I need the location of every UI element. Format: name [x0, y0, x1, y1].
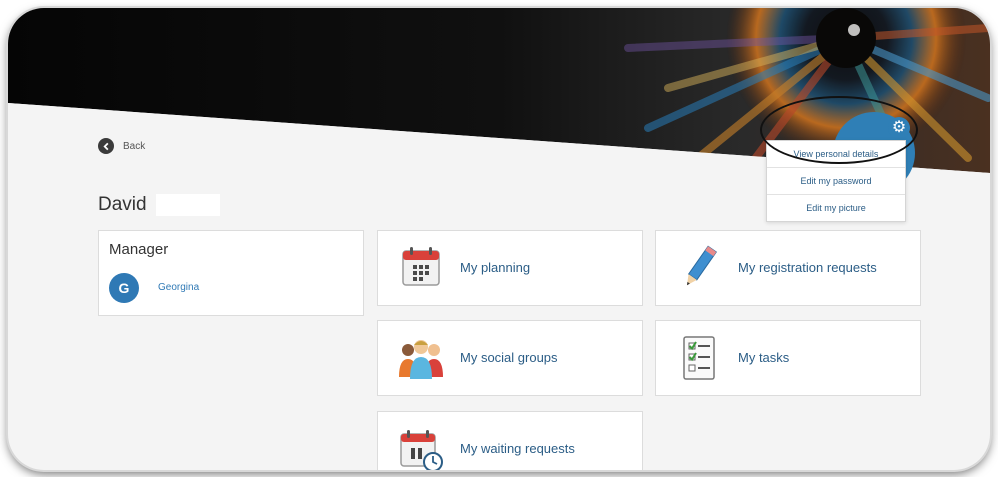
- back-label: Back: [123, 140, 146, 152]
- tile-label: My planning: [460, 260, 531, 275]
- tile-my-tasks[interactable]: My tasks: [655, 320, 921, 396]
- tile-my-social-groups[interactable]: My social groups: [377, 320, 643, 396]
- tile-label: My social groups: [460, 350, 558, 365]
- manager-name-link[interactable]: Georgina: [158, 282, 199, 293]
- profile-dropdown-menu: View personal details Edit my password E…: [766, 140, 906, 222]
- avatar: G: [109, 273, 139, 303]
- redacted-surname: [156, 194, 220, 216]
- tile-label: My tasks: [738, 350, 790, 365]
- calendar-icon: [402, 247, 440, 286]
- pencil-icon: [686, 245, 717, 286]
- app-frame: Back David Manager G Georgina My plannin…: [8, 8, 990, 470]
- back-link[interactable]: Back: [98, 138, 145, 154]
- calendar-pause-clock-icon: [400, 430, 443, 470]
- menu-item-edit-my-picture[interactable]: Edit my picture: [767, 195, 905, 221]
- tile-label: My registration requests: [738, 260, 877, 275]
- menu-item-view-personal-details[interactable]: View personal details: [767, 141, 905, 168]
- manager-title: Manager: [109, 241, 169, 258]
- gear-icon[interactable]: ⚙: [888, 117, 910, 139]
- people-group-icon: [399, 340, 443, 379]
- back-arrow-icon: [98, 138, 114, 154]
- page-title-user-name: David: [98, 194, 147, 215]
- tile-my-waiting-requests[interactable]: My waiting requests: [377, 411, 643, 470]
- manager-card: Manager G Georgina: [98, 230, 364, 316]
- tile-my-registration-requests[interactable]: My registration requests: [655, 230, 921, 306]
- menu-item-edit-my-password[interactable]: Edit my password: [767, 168, 905, 195]
- tile-my-planning[interactable]: My planning: [377, 230, 643, 306]
- checklist-icon: [683, 336, 715, 380]
- tile-label: My waiting requests: [460, 441, 575, 456]
